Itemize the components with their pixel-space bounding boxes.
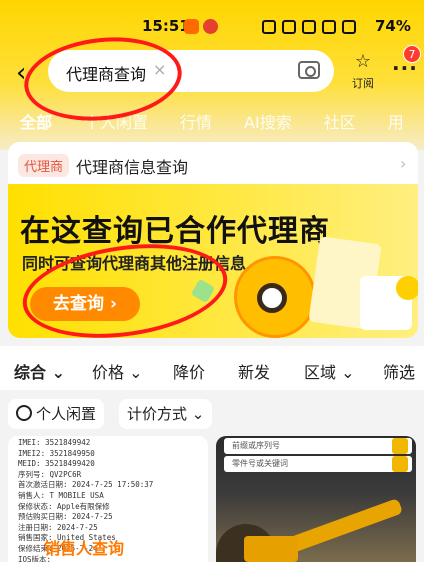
filter-region[interactable]: 区域 ⌄ [304, 359, 355, 383]
signal-icon [322, 20, 336, 34]
subscribe-button[interactable]: ☆ 订阅 [348, 53, 378, 91]
tab-market[interactable]: 行情 [180, 109, 212, 133]
weibo-notification-icon [203, 19, 218, 34]
prefix-serial-field: 前缀或序列号 [224, 438, 412, 454]
chevron-right-icon: › [400, 154, 407, 173]
system-status-icons [262, 18, 372, 36]
filter-new[interactable]: 新发 [238, 359, 270, 383]
notification-badge: 7 [403, 45, 421, 63]
status-bar: 15:51 74% [0, 0, 424, 38]
filter-comprehensive[interactable]: 综合 ⌄ [14, 359, 65, 383]
alarm-icon [282, 20, 296, 34]
excavator-body [244, 536, 298, 562]
chip-pricing-method[interactable]: 计价方式 ⌄ [119, 399, 213, 429]
tab-ai-search[interactable]: AI搜索 [244, 109, 292, 133]
pencil-icon [396, 276, 418, 300]
tab-more[interactable]: 用 [388, 109, 404, 133]
mascot-illustration [234, 256, 316, 338]
search-icon [392, 456, 408, 472]
part-keyword-field: 零件号或关键词 [224, 456, 412, 472]
card-header[interactable]: 代理商 代理商信息查询 › [8, 142, 418, 184]
signal-5g-icon [342, 20, 356, 34]
nfc-icon [262, 20, 276, 34]
chip-personal-idle-label: 个人闲置 [36, 405, 97, 423]
subscribe-label: 订阅 [352, 77, 374, 90]
filter-price-drop[interactable]: 降价 [173, 359, 205, 383]
seller-query-label: 销售人查询 [44, 539, 125, 558]
product-tile-left[interactable]: IMEI: 3521849942 IMEI2: 3521849950 MEID:… [8, 436, 208, 562]
magnifier-icon [257, 283, 287, 313]
camera-icon[interactable] [298, 61, 320, 79]
status-time: 15:51 [142, 17, 190, 35]
filter-screen[interactable]: 筛选 [383, 359, 415, 383]
wifi-icon [302, 20, 316, 34]
prefix-serial-label: 前缀或序列号 [232, 441, 280, 450]
chip-pricing-label: 计价方式 ⌄ [127, 405, 205, 423]
product-tile-right[interactable]: 前缀或序列号 零件号或关键词 [216, 436, 416, 562]
filter-bar: 综合 ⌄ 价格 ⌄ 降价 新发 区域 ⌄ 筛选 [0, 346, 424, 390]
excavator-arm [284, 497, 404, 555]
person-icon [16, 405, 32, 421]
agent-tag: 代理商 [18, 154, 70, 177]
chip-personal-idle[interactable]: 个人闲置 [8, 399, 105, 429]
tab-community[interactable]: 社区 [324, 109, 356, 133]
filter-price[interactable]: 价格 ⌄ [92, 359, 143, 383]
star-icon: ☆ [354, 51, 372, 72]
part-keyword-label: 零件号或关键词 [232, 459, 288, 468]
battery-level: 74% [375, 17, 411, 35]
scan-icon [392, 438, 408, 454]
banner-headline: 在这查询已合作代理商 [20, 214, 330, 249]
card-title: 代理商信息查询 [76, 158, 189, 177]
app-notification-icon [184, 19, 199, 34]
